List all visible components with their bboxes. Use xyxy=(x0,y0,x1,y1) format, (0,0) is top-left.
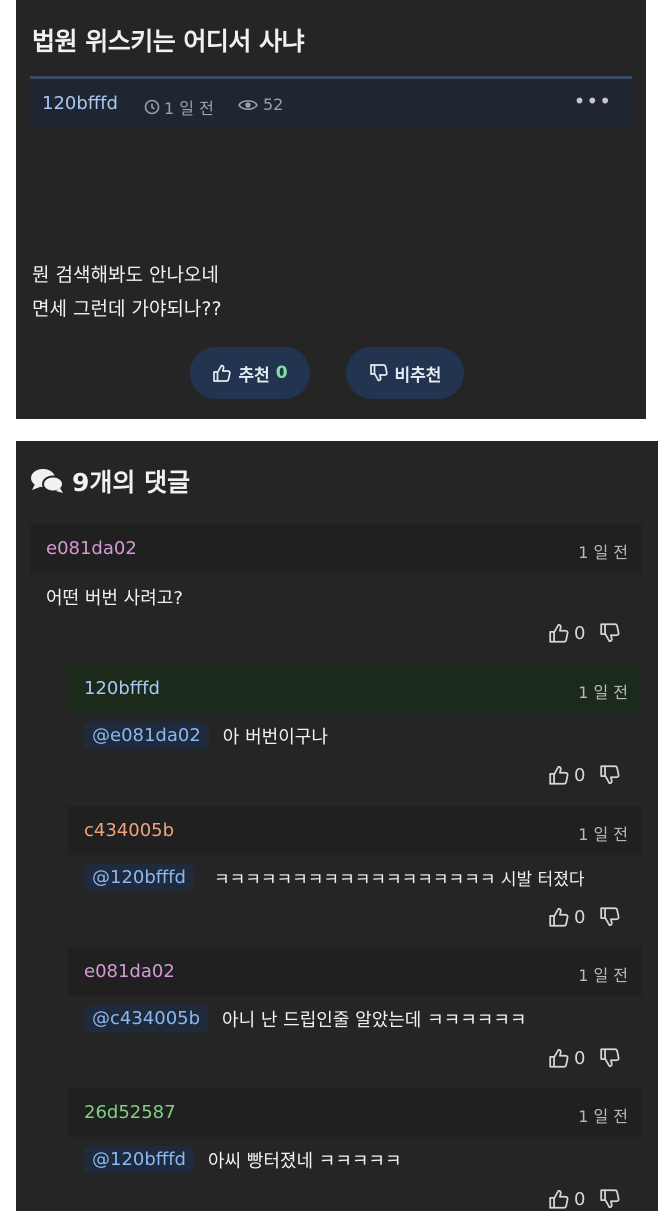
comment-body: 어떤 버번 사려고? xyxy=(46,588,183,609)
comment-votes: 0 xyxy=(548,622,621,644)
eye-icon xyxy=(238,99,258,110)
comment-header: 120bfffd 1 일 전 xyxy=(68,664,642,713)
comment-time: 1 일 전 xyxy=(578,825,628,844)
comment-body: ㅋㅋㅋㅋㅋㅋㅋㅋㅋㅋㅋㅋㅋㅋㅋㅋㅋㅋ 시발 터졌다 xyxy=(213,870,585,890)
thumbs-down-icon[interactable] xyxy=(599,906,621,928)
comment-header: 26d52587 1 일 전 xyxy=(68,1088,642,1137)
like-count: 0 xyxy=(574,906,586,928)
comment-time: 1 일 전 xyxy=(578,966,628,985)
post-views: 52 xyxy=(238,95,283,114)
post-body: 뭔 검색해봐도 안나오네 면세 그런데 가야되나?? xyxy=(32,258,222,326)
like-count: 0 xyxy=(574,1188,586,1210)
comment-author[interactable]: e081da02 xyxy=(46,538,137,559)
thumbs-down-icon[interactable] xyxy=(599,764,621,786)
comment-votes: 0 xyxy=(548,764,621,786)
comment-body: 아씨 빵터졌네 ㅋㅋㅋㅋㅋ xyxy=(207,1150,402,1172)
mention-tag[interactable]: @c434005b xyxy=(84,1005,209,1032)
clock-icon xyxy=(144,99,160,115)
post-views-count: 52 xyxy=(263,95,284,114)
post-time-text: 1 일 전 xyxy=(164,99,214,118)
comment-body: 아니 난 드립인줄 알았는데 ㅋㅋㅋㅋㅋㅋ xyxy=(222,1009,527,1031)
comments-icon xyxy=(31,469,64,493)
thumbs-down-icon[interactable] xyxy=(599,1047,621,1069)
comment-author[interactable]: e081da02 xyxy=(84,961,175,982)
post-card: 법원 위스키는 어디서 사냐 120bfffd 1 일 전 52 ••• 뭔 검… xyxy=(16,0,646,419)
comment-text: @c434005b 아니 난 드립인줄 알았는데 ㅋㅋㅋㅋㅋㅋ xyxy=(84,1005,526,1032)
comment-reply: 120bfffd 1 일 전 @e081da02 아 버번이구나 0 xyxy=(68,664,642,794)
upvote-count: 0 xyxy=(275,363,288,383)
thumbs-up-icon[interactable] xyxy=(548,1188,570,1210)
comment-header: e081da02 1 일 전 xyxy=(68,947,642,996)
comment-header: e081da02 1 일 전 xyxy=(30,524,642,573)
thumbs-down-icon[interactable] xyxy=(599,1188,621,1210)
post-title: 법원 위스키는 어디서 사냐 xyxy=(32,27,305,56)
mention-tag[interactable]: @e081da02 xyxy=(84,722,209,749)
comment-time: 1 일 전 xyxy=(578,543,628,562)
comment-reply: c434005b 1 일 전 @120bfffd ㅋㅋㅋㅋㅋㅋㅋㅋㅋㅋㅋㅋㅋㅋㅋ… xyxy=(68,806,642,936)
like-count: 0 xyxy=(574,1047,586,1069)
comment-author[interactable]: 120bfffd xyxy=(84,678,160,699)
comment-time: 1 일 전 xyxy=(578,683,628,702)
comment-reply: e081da02 1 일 전 @c434005b 아니 난 드립인줄 알았는데 … xyxy=(68,947,642,1077)
thumbs-down-icon[interactable] xyxy=(599,622,621,644)
mention-tag[interactable]: @120bfffd xyxy=(84,864,194,891)
comment-votes: 0 xyxy=(548,1188,621,1210)
comment-text: @e081da02 아 버번이구나 xyxy=(84,722,328,749)
comments-count-title: 9개의 댓글 xyxy=(72,468,191,497)
comment-time: 1 일 전 xyxy=(578,1107,628,1126)
comment-text: @120bfffd 아씨 빵터졌네 ㅋㅋㅋㅋㅋ xyxy=(84,1146,402,1173)
thumbs-down-icon xyxy=(369,364,388,382)
comment-reply: 26d52587 1 일 전 @120bfffd 아씨 빵터졌네 ㅋㅋㅋㅋㅋ 0 xyxy=(68,1088,642,1211)
post-body-line: 뭔 검색해봐도 안나오네 xyxy=(32,264,219,286)
thumbs-up-icon[interactable] xyxy=(548,764,570,786)
mention-tag[interactable]: @120bfffd xyxy=(84,1146,194,1173)
thumbs-up-icon[interactable] xyxy=(548,906,570,928)
post-time: 1 일 전 xyxy=(144,95,214,119)
upvote-label: 추천 xyxy=(238,365,270,386)
comment-votes: 0 xyxy=(548,906,621,928)
comment-body: 아 버번이구나 xyxy=(222,726,328,748)
comment-header: c434005b 1 일 전 xyxy=(68,806,642,855)
downvote-button[interactable]: 비추천 xyxy=(346,347,464,399)
post-meta-bar: 120bfffd 1 일 전 52 ••• xyxy=(30,76,632,128)
thumbs-up-icon xyxy=(213,364,232,382)
comment-author[interactable]: 26d52587 xyxy=(84,1102,176,1123)
downvote-label: 비추천 xyxy=(394,365,442,386)
comment-text: 어떤 버번 사려고? xyxy=(46,584,183,610)
more-options-icon[interactable]: ••• xyxy=(574,89,612,113)
like-count: 0 xyxy=(574,622,586,644)
thumbs-up-icon[interactable] xyxy=(548,622,570,644)
comment-item: e081da02 1 일 전 어떤 버번 사려고? 0 xyxy=(30,524,642,654)
upvote-button[interactable]: 추천 0 xyxy=(190,347,310,399)
comments-header: 9개의 댓글 xyxy=(30,463,190,499)
comments-section: 9개의 댓글 e081da02 1 일 전 어떤 버번 사려고? 0 120bf… xyxy=(16,441,658,1211)
post-author[interactable]: 120bfffd xyxy=(42,93,118,114)
comment-author[interactable]: c434005b xyxy=(84,820,174,841)
thumbs-up-icon[interactable] xyxy=(548,1047,570,1069)
comment-text: @120bfffd ㅋㅋㅋㅋㅋㅋㅋㅋㅋㅋㅋㅋㅋㅋㅋㅋㅋㅋ 시발 터졌다 xyxy=(84,864,584,891)
like-count: 0 xyxy=(574,764,586,786)
post-body-line: 면세 그런데 가야되나?? xyxy=(32,298,222,320)
comment-votes: 0 xyxy=(548,1047,621,1069)
